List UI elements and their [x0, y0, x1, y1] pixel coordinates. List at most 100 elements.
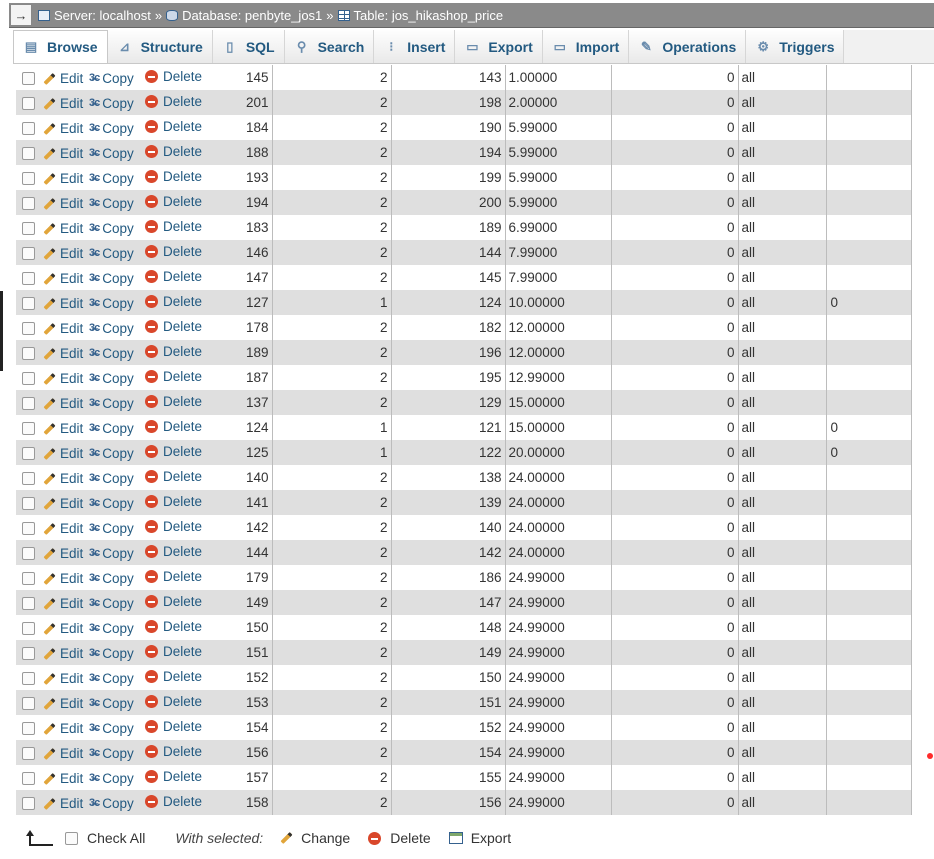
row-checkbox[interactable]	[22, 196, 35, 210]
delete-link[interactable]: Delete	[145, 119, 202, 134]
row-checkbox[interactable]	[22, 521, 35, 535]
copy-link[interactable]: 3̶c Copy	[89, 121, 134, 136]
copy-link[interactable]: 3̶c Copy	[89, 721, 134, 736]
row-checkbox[interactable]	[22, 621, 35, 635]
row-checkbox[interactable]	[22, 271, 35, 285]
copy-link[interactable]: 3̶c Copy	[89, 71, 134, 86]
collapse-navigation-button[interactable]: →	[10, 4, 32, 26]
delete-link[interactable]: Delete	[145, 319, 202, 334]
delete-link[interactable]: Delete	[145, 294, 202, 309]
delete-link[interactable]: Delete	[145, 69, 202, 84]
edit-link[interactable]: Edit	[40, 71, 83, 86]
delete-link[interactable]: Delete	[145, 569, 202, 584]
copy-link[interactable]: 3̶c Copy	[89, 646, 134, 661]
copy-link[interactable]: 3̶c Copy	[89, 96, 134, 111]
row-checkbox[interactable]	[22, 796, 35, 810]
tab-browse[interactable]: ▤ Browse	[13, 30, 108, 63]
export-selected-button[interactable]: Export	[448, 830, 511, 846]
edit-link[interactable]: Edit	[40, 446, 83, 461]
delete-selected-button[interactable]: Delete	[368, 830, 431, 846]
tab-export[interactable]: ▭ Export	[455, 30, 543, 63]
delete-link[interactable]: Delete	[145, 444, 202, 459]
edit-link[interactable]: Edit	[40, 696, 83, 711]
row-checkbox[interactable]	[22, 696, 35, 710]
edit-link[interactable]: Edit	[40, 621, 83, 636]
edit-link[interactable]: Edit	[40, 571, 83, 586]
delete-link[interactable]: Delete	[145, 494, 202, 509]
check-all-checkbox[interactable]	[65, 831, 78, 845]
breadcrumb-database[interactable]: Database: penbyte_jos1	[166, 8, 322, 23]
delete-link[interactable]: Delete	[145, 744, 202, 759]
row-checkbox[interactable]	[22, 471, 35, 485]
delete-link[interactable]: Delete	[145, 94, 202, 109]
delete-link[interactable]: Delete	[145, 519, 202, 534]
row-checkbox[interactable]	[22, 96, 35, 110]
copy-link[interactable]: 3̶c Copy	[89, 421, 134, 436]
copy-link[interactable]: 3̶c Copy	[89, 196, 134, 211]
row-checkbox[interactable]	[22, 721, 35, 735]
row-checkbox[interactable]	[22, 446, 35, 460]
edit-link[interactable]: Edit	[40, 96, 83, 111]
row-checkbox[interactable]	[22, 321, 35, 335]
copy-link[interactable]: 3̶c Copy	[89, 621, 134, 636]
delete-link[interactable]: Delete	[145, 719, 202, 734]
edit-link[interactable]: Edit	[40, 521, 83, 536]
delete-link[interactable]: Delete	[145, 644, 202, 659]
edit-link[interactable]: Edit	[40, 496, 83, 511]
row-checkbox[interactable]	[22, 396, 35, 410]
copy-link[interactable]: 3̶c Copy	[89, 296, 134, 311]
delete-link[interactable]: Delete	[145, 694, 202, 709]
copy-link[interactable]: 3̶c Copy	[89, 246, 134, 261]
edit-link[interactable]: Edit	[40, 771, 83, 786]
edit-link[interactable]: Edit	[40, 246, 83, 261]
edit-link[interactable]: Edit	[40, 121, 83, 136]
row-checkbox[interactable]	[22, 146, 35, 160]
copy-link[interactable]: 3̶c Copy	[89, 546, 134, 561]
row-checkbox[interactable]	[22, 421, 35, 435]
copy-link[interactable]: 3̶c Copy	[89, 346, 134, 361]
tab-insert[interactable]: ⁝ Insert	[374, 30, 456, 63]
tab-import[interactable]: ▭ Import	[542, 30, 630, 63]
breadcrumb-table[interactable]: Table: jos_hikashop_price	[337, 8, 503, 23]
edit-link[interactable]: Edit	[40, 396, 83, 411]
row-checkbox[interactable]	[22, 71, 35, 85]
row-checkbox[interactable]	[22, 221, 35, 235]
edit-link[interactable]: Edit	[40, 421, 83, 436]
copy-link[interactable]: 3̶c Copy	[89, 521, 134, 536]
copy-link[interactable]: 3̶c Copy	[89, 171, 134, 186]
row-checkbox[interactable]	[22, 296, 35, 310]
row-checkbox[interactable]	[22, 596, 35, 610]
delete-link[interactable]: Delete	[145, 594, 202, 609]
copy-link[interactable]: 3̶c Copy	[89, 671, 134, 686]
edit-link[interactable]: Edit	[40, 146, 83, 161]
row-checkbox[interactable]	[22, 671, 35, 685]
edit-link[interactable]: Edit	[40, 646, 83, 661]
row-checkbox[interactable]	[22, 646, 35, 660]
tab-sql[interactable]: ▯ SQL	[212, 30, 285, 63]
delete-link[interactable]: Delete	[145, 169, 202, 184]
copy-link[interactable]: 3̶c Copy	[89, 446, 134, 461]
row-checkbox[interactable]	[22, 571, 35, 585]
row-checkbox[interactable]	[22, 746, 35, 760]
edit-link[interactable]: Edit	[40, 196, 83, 211]
copy-link[interactable]: 3̶c Copy	[89, 471, 134, 486]
breadcrumb-server[interactable]: Server: localhost	[38, 8, 151, 23]
check-all-label[interactable]: Check All	[87, 830, 145, 846]
copy-link[interactable]: 3̶c Copy	[89, 271, 134, 286]
copy-link[interactable]: 3̶c Copy	[89, 796, 134, 811]
row-checkbox[interactable]	[22, 771, 35, 785]
copy-link[interactable]: 3̶c Copy	[89, 746, 134, 761]
row-checkbox[interactable]	[22, 246, 35, 260]
edit-link[interactable]: Edit	[40, 746, 83, 761]
delete-link[interactable]: Delete	[145, 244, 202, 259]
tab-triggers[interactable]: ⚙ Triggers	[746, 30, 845, 63]
row-checkbox[interactable]	[22, 121, 35, 135]
delete-link[interactable]: Delete	[145, 794, 202, 809]
row-checkbox[interactable]	[22, 546, 35, 560]
row-checkbox[interactable]	[22, 496, 35, 510]
copy-link[interactable]: 3̶c Copy	[89, 321, 134, 336]
copy-link[interactable]: 3̶c Copy	[89, 371, 134, 386]
delete-link[interactable]: Delete	[145, 344, 202, 359]
copy-link[interactable]: 3̶c Copy	[89, 496, 134, 511]
edit-link[interactable]: Edit	[40, 321, 83, 336]
